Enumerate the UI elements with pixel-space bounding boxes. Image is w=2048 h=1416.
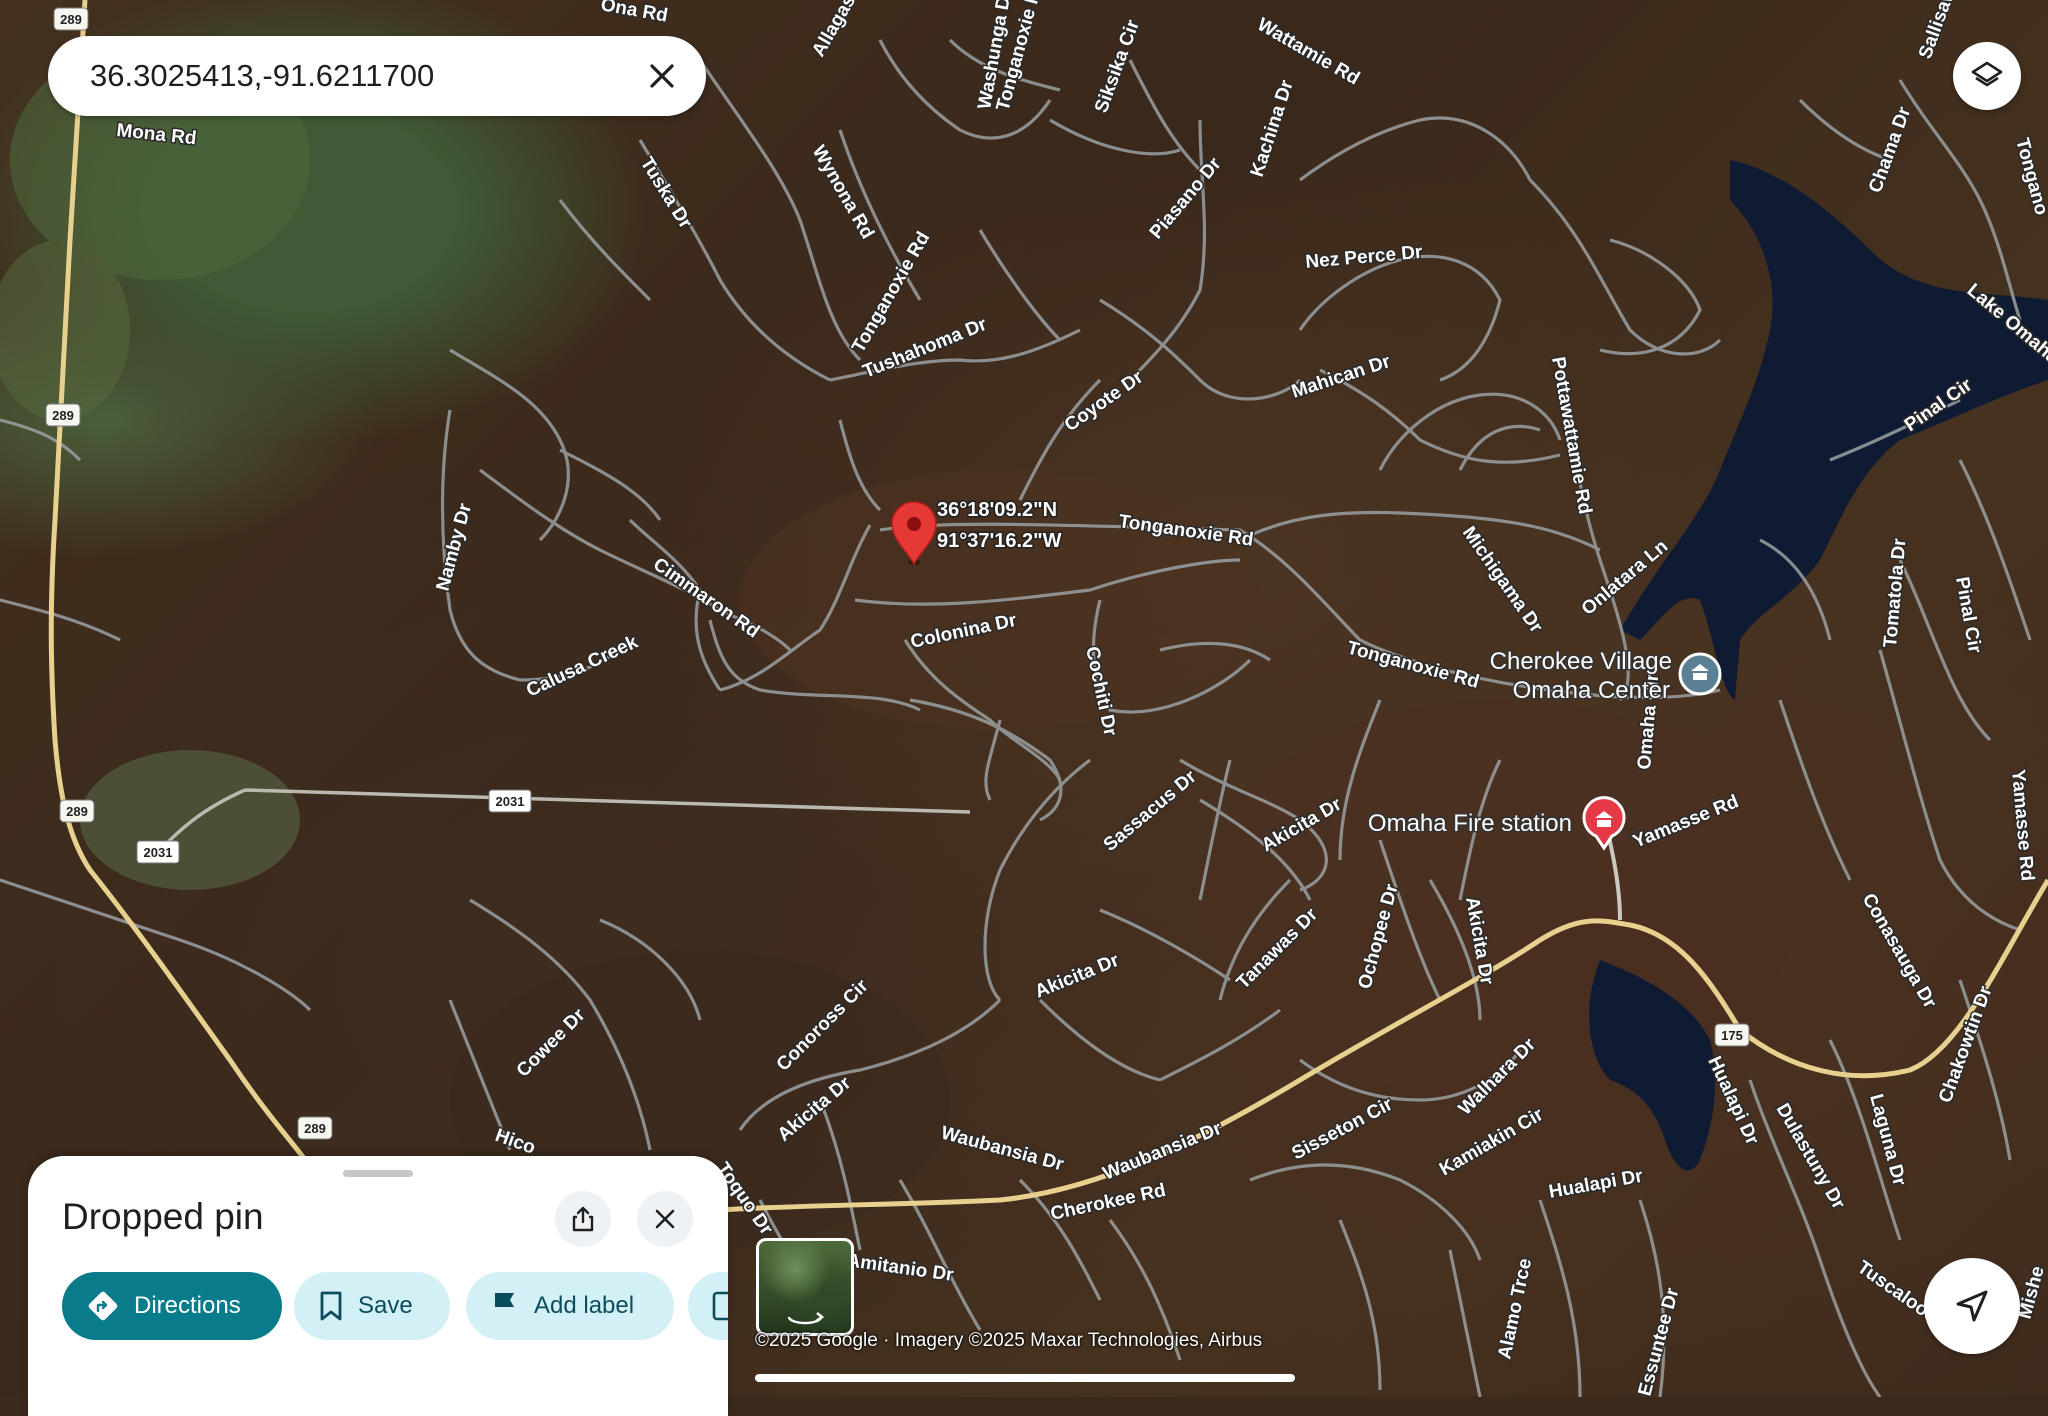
road-label: Yamasse Rd — [2007, 769, 2038, 882]
road-label: Ona Rd — [599, 0, 669, 27]
clear-search-button[interactable] — [632, 46, 692, 106]
road-label: Pottawattamie Rd — [1547, 355, 1595, 516]
road-label: Coyote Dr — [1061, 366, 1148, 436]
route-shield: 2031 — [136, 840, 180, 864]
road-label: Kachina Dr — [1247, 77, 1298, 179]
add-label-label: Add label — [534, 1292, 635, 1319]
civic-building-icon — [1678, 652, 1722, 696]
road-label: Tuska Dr — [636, 154, 696, 233]
road-label: Tonganoxie Rd — [1345, 638, 1482, 693]
svg-text:289: 289 — [304, 1121, 326, 1136]
road-label: Calusa Creek — [523, 631, 641, 701]
road-label: Pinal Cir — [1951, 575, 1985, 655]
road-label: Piasano Dr — [1146, 153, 1226, 243]
place-bottom-sheet[interactable]: Dropped pin Directions Save Add label — [28, 1156, 728, 1416]
add-label-button[interactable]: Add label — [466, 1272, 674, 1340]
route-shield: 2031 — [488, 789, 532, 813]
road-label: Wattamie Rd — [1254, 14, 1364, 89]
route-shield: 289 — [53, 7, 89, 31]
save-button[interactable]: Save — [294, 1272, 450, 1340]
my-location-button[interactable] — [1924, 1258, 2020, 1354]
more-actions-chip[interactable] — [688, 1272, 728, 1340]
road-label: Allagash — [808, 0, 866, 61]
road-label: Kamiakin Cir — [1436, 1104, 1548, 1181]
road-label: Siksika Cir — [1091, 17, 1144, 116]
svg-text:Omaha Fire station: Omaha Fire station — [1368, 810, 1572, 837]
road-label: Michigama Dr — [1458, 523, 1547, 638]
road-label: Mishe — [2015, 1264, 2048, 1321]
street-view-thumbnail[interactable] — [756, 1238, 854, 1336]
svg-text:175: 175 — [1721, 1028, 1743, 1043]
road-label: Alamo Trce — [1494, 1256, 1536, 1361]
street-view-rotate-icon — [787, 1312, 825, 1325]
terrain-patches — [0, 40, 1800, 1250]
home-indicator — [755, 1374, 1295, 1382]
road-label: Namby Dr — [433, 501, 477, 594]
road-label: Wynona Rd — [808, 142, 878, 243]
route-shield: 289 — [59, 799, 95, 823]
svg-text:289: 289 — [66, 804, 88, 819]
road-label: Sisseton Cir — [1288, 1094, 1396, 1165]
directions-label: Directions — [134, 1292, 241, 1319]
map-attribution: ©2025 Google · Imagery ©2025 Maxar Techn… — [755, 1330, 1263, 1351]
layers-icon — [1971, 61, 2003, 87]
lake-omaha — [1620, 160, 2048, 700]
road-label: Waubansia Dr — [939, 1123, 1067, 1176]
place-title: Dropped pin — [62, 1196, 264, 1237]
directions-icon — [86, 1289, 120, 1323]
sheet-drag-handle[interactable] — [343, 1170, 413, 1177]
search-query[interactable]: 36.3025413,-91.6211700 — [90, 58, 632, 94]
road-label: Laguna Dr — [1865, 1092, 1910, 1189]
route-shield: 289 — [297, 1116, 333, 1140]
bookmark-icon — [318, 1290, 344, 1322]
route-shield: 289 — [45, 403, 81, 427]
close-icon — [650, 64, 674, 88]
directions-button[interactable]: Directions — [62, 1272, 282, 1340]
navigation-arrow-icon — [1956, 1290, 1988, 1322]
road-label: Waubansia Dr — [1100, 1118, 1225, 1185]
road-label: Chama Dr — [1865, 104, 1916, 196]
road-label: Conasauga Dr — [1858, 890, 1941, 1013]
road-label: Sassacus Dr — [1100, 766, 1201, 856]
share-icon — [572, 1206, 594, 1232]
svg-text:289: 289 — [52, 408, 74, 423]
close-sheet-button[interactable] — [637, 1191, 693, 1247]
svg-text:2031: 2031 — [144, 845, 173, 860]
svg-text:289: 289 — [60, 12, 82, 27]
road-label: Tongano — [2011, 136, 2048, 218]
layers-button[interactable] — [1953, 42, 2021, 110]
road-label: Mahican Dr — [1289, 351, 1393, 403]
flag-icon — [490, 1290, 520, 1322]
svg-text:2031: 2031 — [496, 794, 525, 809]
svg-text:Cherokee Village: Cherokee Village — [1490, 648, 1672, 675]
share-button[interactable] — [555, 1191, 611, 1247]
send-to-phone-icon — [710, 1290, 728, 1322]
road-label: Nez Perce Dr — [1305, 242, 1424, 273]
search-bar[interactable]: 36.3025413,-91.6211700 — [48, 36, 706, 116]
close-icon — [655, 1209, 675, 1229]
pin-latitude: 36°18'09.2"N — [937, 499, 1057, 521]
svg-text:Omaha Center: Omaha Center — [1513, 677, 1670, 704]
road-label: Essuntee Dr — [1635, 1285, 1684, 1397]
road-label: Akicita Dr — [1032, 950, 1123, 1003]
road-label: Sallisaw — [1915, 0, 1960, 62]
road-label: Hualapi Dr — [1547, 1166, 1645, 1203]
road-label: Dulastuny Dr — [1772, 1100, 1850, 1213]
road-label: Tomatola Dr — [1880, 537, 1911, 648]
route-shield: 175 — [1714, 1023, 1750, 1047]
save-label: Save — [358, 1292, 413, 1319]
pin-longitude: 91°37'16.2"W — [937, 530, 1062, 552]
